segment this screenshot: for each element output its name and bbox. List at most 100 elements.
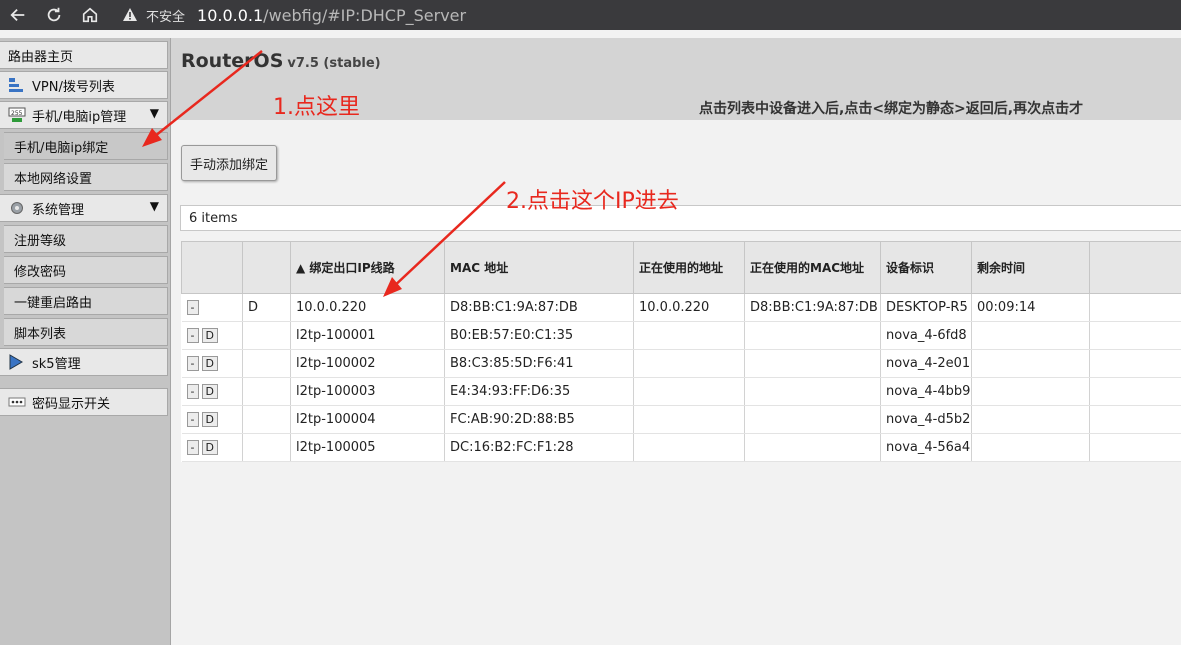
add-binding-button[interactable]: 手动添加绑定 [181,145,278,181]
sidebar-item-register-level[interactable]: 注册等级 [4,225,168,253]
home-button[interactable] [72,0,108,30]
line-cell[interactable]: l2tp-100004 [290,405,445,434]
filler-cell [1089,377,1181,406]
active-address-cell [633,321,745,350]
active-address-cell [633,405,745,434]
active-mac-cell [744,321,881,350]
active-mac-cell [744,405,881,434]
chevron-down-icon: ▼ [149,199,159,213]
mac-cell: B8:C3:85:5D:F6:41 [444,349,634,378]
network-icon [9,78,23,92]
host-cell: nova_4-6fd8 [880,321,972,350]
sidebar-item-vpn-list[interactable]: VPN/拨号列表 [0,71,168,99]
active-mac-cell: D8:BB:C1:9A:87:DB [744,293,881,322]
remove-button[interactable]: - [186,300,199,315]
column-header-mac[interactable]: MAC 地址 [444,241,634,294]
column-header-expires[interactable]: 剩余时间 [971,241,1090,294]
back-arrow-icon [10,8,25,22]
sidebar-item-sk5[interactable]: sk5管理 [0,348,168,376]
table-row[interactable]: -D l2tp-100003 E4:34:93:FF:D6:35 nova_4-… [181,377,1181,406]
filler-cell [1089,405,1181,434]
active-mac-cell [744,377,881,406]
table-row[interactable]: -D l2tp-100005 DC:16:B2:FC:F1:28 nova_4-… [181,433,1181,462]
column-header [1089,241,1181,294]
row-actions: -D [181,377,243,406]
sidebar-item-ip-binding[interactable]: 手机/电脑ip绑定 [4,132,168,160]
expires-cell [971,377,1090,406]
insecure-label: 不安全 [146,9,186,25]
sidebar: 路由器主页 VPN/拨号列表 255 手机/电脑ip管理 ▼ 手机/电脑ip绑定… [0,38,171,645]
sidebar-item-label: VPN/拨号列表 [32,79,115,95]
line-cell[interactable]: 10.0.0.220 [290,293,445,322]
brand-name: RouterOS [181,50,284,72]
host-cell: DESKTOP-R5 [880,293,972,322]
row-actions: -D [181,321,243,350]
host-cell: nova_4-4bb9 [880,377,972,406]
filler-cell [1089,349,1181,378]
row-actions: -D [181,349,243,378]
remove-button[interactable]: - [186,412,199,427]
page-title: RouterOS v7.5 (stable) [181,50,381,72]
dynamic-toggle-button[interactable]: D [201,440,218,455]
address-bar[interactable]: 不安全 10.0.0.1/webfig/#IP:DHCP_Server [122,6,466,25]
flag-cell [242,405,291,434]
reload-icon [47,7,61,22]
line-cell[interactable]: l2tp-100001 [290,321,445,350]
annotation-step2: 2.点击这个IP进去 [506,189,679,214]
sidebar-item-label: 系统管理 [32,202,85,218]
table-row[interactable]: -D l2tp-100004 FC:AB:90:2D:88:B5 nova_4-… [181,405,1181,434]
sidebar-item-change-password[interactable]: 修改密码 [4,256,168,284]
column-header-host[interactable]: 设备标识 [880,241,972,294]
ip-icon: 255 [8,107,26,122]
sidebar-item-label: 修改密码 [14,264,67,280]
sidebar-item-local-network[interactable]: 本地网络设置 [4,163,168,191]
sidebar-item-password-toggle[interactable]: 密码显示开关 [0,388,168,416]
remove-button[interactable]: - [186,440,199,455]
line-cell[interactable]: l2tp-100003 [290,377,445,406]
active-mac-cell [744,433,881,462]
dynamic-toggle-button[interactable]: D [201,384,218,399]
mac-cell: E4:34:93:FF:D6:35 [444,377,634,406]
table-row[interactable]: -D l2tp-100002 B8:C3:85:5D:F6:41 nova_4-… [181,349,1181,378]
sidebar-item-system[interactable]: 系统管理 ▼ [0,194,168,222]
sidebar-item-reboot[interactable]: 一键重启路由 [4,287,168,315]
remove-button[interactable]: - [186,328,199,343]
expires-cell [971,321,1090,350]
sidebar-item-ip-manage[interactable]: 255 手机/电脑ip管理 ▼ [0,101,168,129]
sidebar-item-script-list[interactable]: 脚本列表 [4,318,168,346]
column-header [242,241,291,294]
chevron-down-icon: ▼ [149,106,159,120]
reload-button[interactable] [36,0,72,30]
sidebar-item-label: 脚本列表 [14,326,67,342]
sidebar-item-label: 密码显示开关 [32,396,111,412]
column-header [181,241,243,294]
dynamic-toggle-button[interactable]: D [201,412,218,427]
sidebar-item-label: sk5管理 [32,356,81,372]
column-header-line[interactable]: ▲ 绑定出口IP线路 [290,241,445,294]
line-cell[interactable]: l2tp-100002 [290,349,445,378]
table-row[interactable]: - D 10.0.0.220 D8:BB:C1:9A:87:DB 10.0.0.… [181,293,1181,322]
flag-cell [242,321,291,350]
flag-cell [242,377,291,406]
remove-button[interactable]: - [186,356,199,371]
column-header-active-address[interactable]: 正在使用的地址 [633,241,745,294]
line-cell[interactable]: l2tp-100005 [290,433,445,462]
version-label: v7.5 (stable) [287,56,381,71]
back-button[interactable] [0,0,36,30]
mac-cell: B0:EB:57:E0:C1:35 [444,321,634,350]
table-row[interactable]: -D l2tp-100001 B0:EB:57:E0:C1:35 nova_4-… [181,321,1181,350]
column-header-active-mac[interactable]: 正在使用的MAC地址 [744,241,881,294]
expires-cell [971,433,1090,462]
sidebar-item-router-home[interactable]: 路由器主页 [0,41,168,69]
home-icon [82,7,98,23]
sidebar-item-label: 注册等级 [14,233,67,249]
remove-button[interactable]: - [186,384,199,399]
dynamic-toggle-button[interactable]: D [201,328,218,343]
active-address-cell: 10.0.0.220 [633,293,745,322]
flag-cell [242,433,291,462]
active-address-cell [633,349,745,378]
dynamic-toggle-button[interactable]: D [201,356,218,371]
annotation-step1: 1.点这里 [273,95,360,120]
flag-cell: D [242,293,291,322]
sidebar-item-label: 本地网络设置 [14,171,93,187]
